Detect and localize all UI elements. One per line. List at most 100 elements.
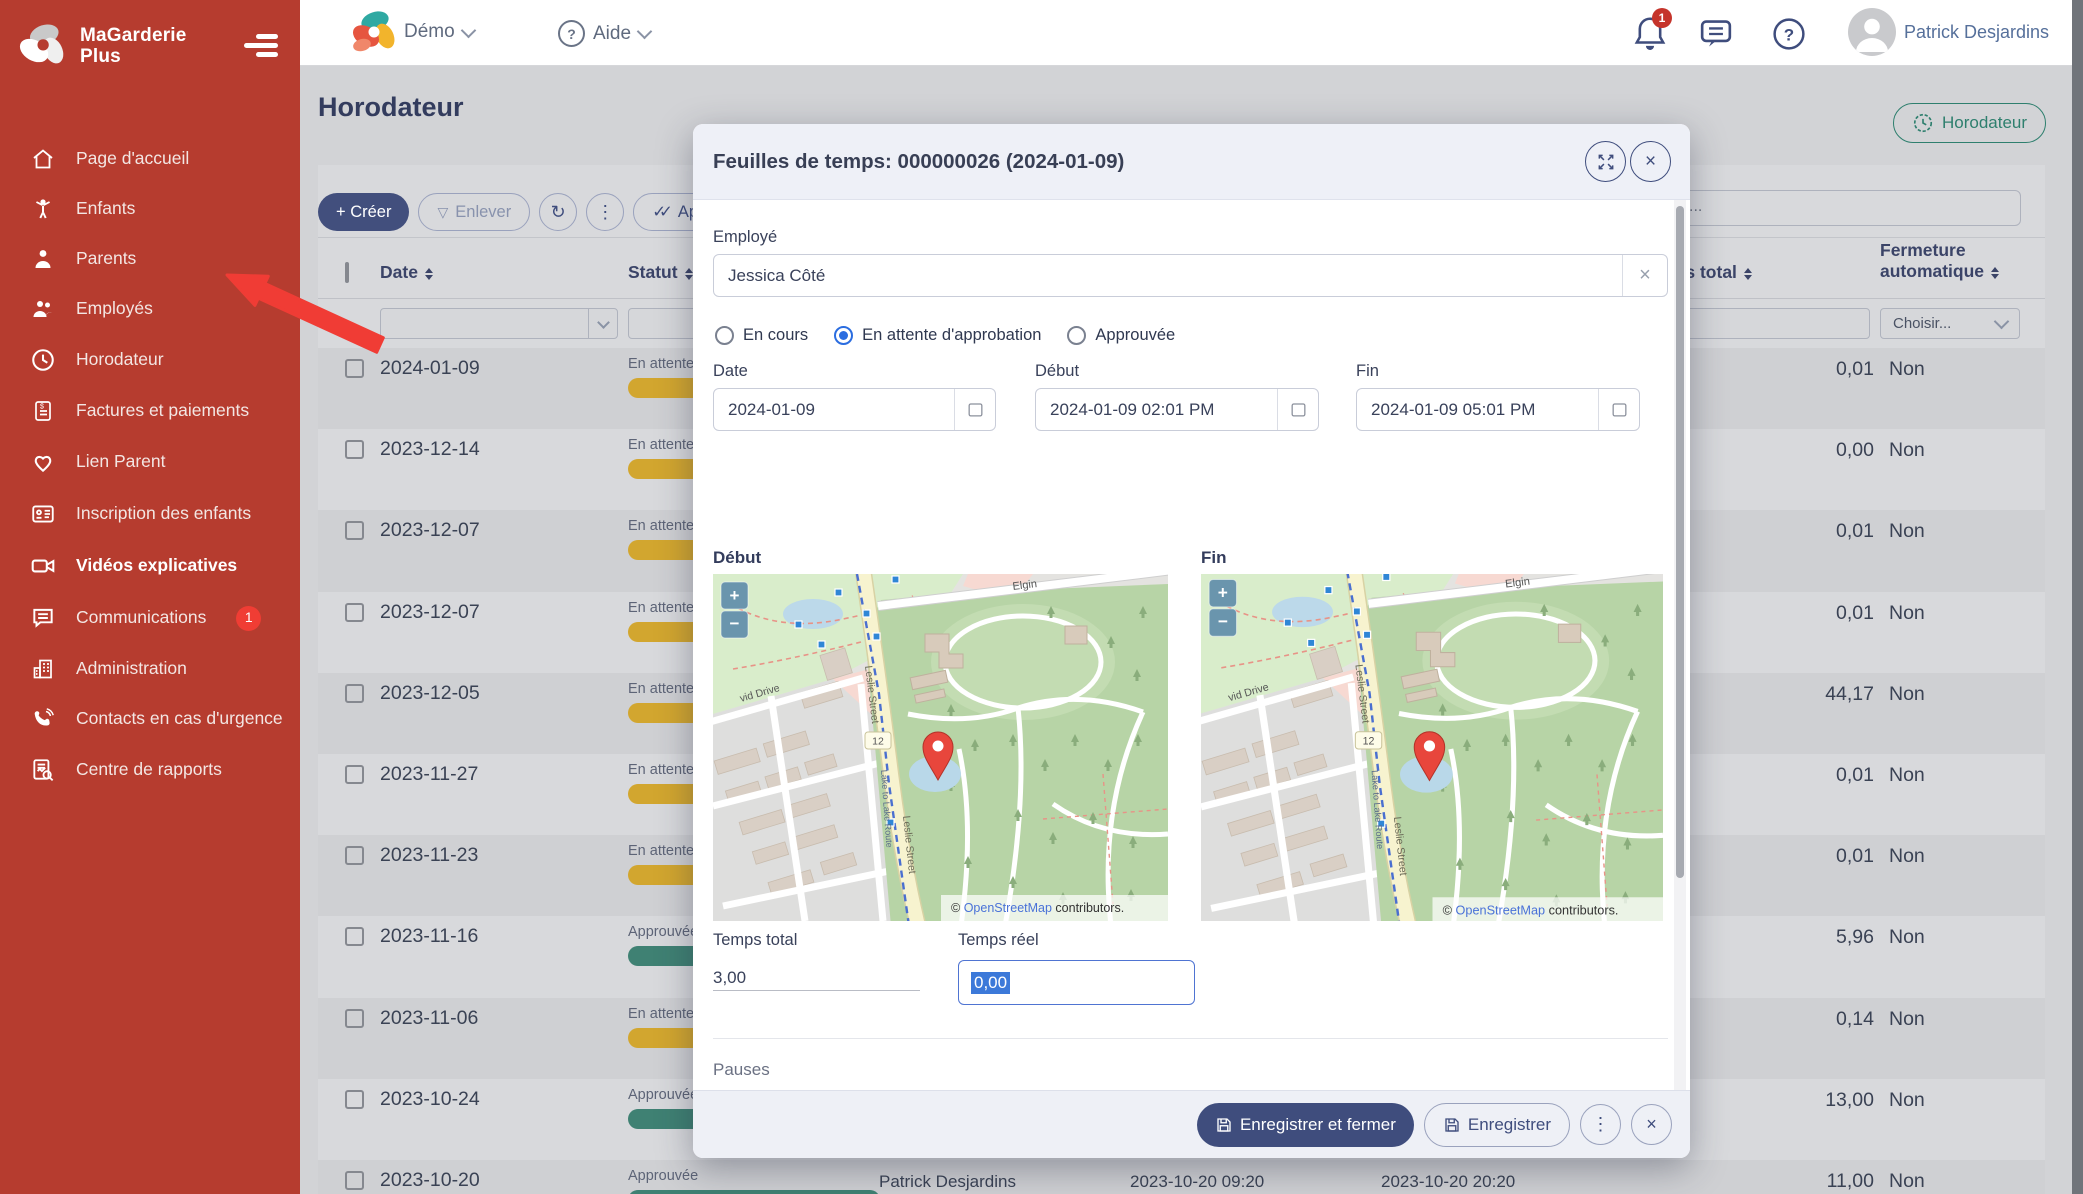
column-header-fermeture[interactable]: Fermeture automatique [1880,240,1999,282]
more-actions-button[interactable]: ⋮ [586,193,624,231]
clock-icon [30,347,56,373]
temps-total-value: 3,00 [713,968,746,988]
building-icon [30,657,56,681]
row-checkbox[interactable] [345,440,364,459]
cell-fermeture: Non [1889,520,1925,543]
employe-label: Employé [713,228,777,247]
datepicker-button[interactable] [1598,389,1639,430]
notification-badge: 1 [1652,8,1672,28]
map-fin[interactable] [1201,574,1663,921]
cell-total: 5,96 [1724,926,1874,949]
chevron-down-icon [1994,314,2010,330]
user-menu[interactable]: Patrick Desjardins [1848,8,2049,56]
close-button[interactable]: × [1630,141,1671,182]
datepicker-button[interactable] [954,389,995,430]
refresh-button[interactable]: ↻ [539,193,577,231]
org-switcher[interactable]: Démo [350,9,474,55]
dropdown-toggle[interactable] [588,309,617,338]
save-button[interactable]: Enregistrer [1424,1103,1570,1147]
column-header-statut[interactable]: Statut [628,262,693,283]
row-checkbox[interactable] [345,1090,364,1109]
sidebar-item-administration[interactable]: Administration [0,644,300,694]
sidebar-item-inscription[interactable]: Inscription des enfants [0,488,300,540]
temps-total-label: Temps total [713,931,797,950]
radio-approuvee[interactable]: Approuvée [1067,326,1175,345]
row-checkbox[interactable] [345,927,364,946]
table-row[interactable]: 2023-10-20 Approuvée Patrick Desjardins … [318,1160,2045,1194]
cell-fermeture: Non [1889,439,1925,462]
employe-input[interactable]: Jessica Côté × [713,254,1668,297]
home-icon [30,147,56,171]
svg-text:$: $ [40,404,44,411]
expand-button[interactable] [1585,141,1626,182]
fin-input[interactable]: 2024-01-09 05:01 PM [1356,388,1640,431]
clear-button[interactable]: × [1622,255,1667,296]
scrollbar-thumb[interactable] [1676,206,1684,878]
notifications-button[interactable]: 1 [1632,14,1668,52]
row-checkbox[interactable] [345,359,364,378]
horodateur-button[interactable]: Horodateur [1893,103,2046,143]
id-card-icon [30,501,56,527]
parent-icon [30,247,56,271]
calendar-icon [966,400,985,419]
expand-icon [1596,152,1616,172]
temps-reel-value: 0,00 [971,972,1010,994]
date-input[interactable]: 2024-01-09 [713,388,996,431]
column-header-date[interactable]: Date [380,262,433,283]
modal-header: Feuilles de temps: 000000026 (2024-01-09… [693,124,1690,200]
row-checkbox[interactable] [345,684,364,703]
row-checkbox[interactable] [345,846,364,865]
clear-icon: × [1639,264,1651,287]
sidebar-item-accueil[interactable]: Page d'accueil [0,134,300,184]
more-actions-button[interactable]: ⋮ [1580,1104,1621,1145]
temps-reel-label: Temps réel [958,931,1039,950]
menu-toggle-button[interactable] [244,30,278,61]
sidebar-item-videos[interactable]: Vidéos explicatives [0,540,300,592]
sidebar-item-rapports[interactable]: Centre de rapports [0,744,300,796]
cell-fermeture: Non [1889,764,1925,787]
help-menu[interactable]: ? Aide [558,20,650,47]
pauses-label: Pauses [713,1060,770,1080]
sidebar-item-factures[interactable]: $ Factures et paiements [0,386,300,436]
kebab-icon: ⋮ [1592,1114,1610,1135]
sidebar-item-communications[interactable]: Communications 1 [0,592,300,644]
remove-button[interactable]: ▽Enlever [418,193,530,231]
fin-label: Fin [1356,362,1379,381]
annotation-arrow [215,240,385,360]
cell-fermeture: Non [1889,1008,1925,1031]
messages-button[interactable] [1698,16,1734,52]
sidebar-item-lien-parent[interactable]: Lien Parent [0,436,300,488]
clock-icon [1912,112,1934,134]
filter-date-input[interactable] [380,308,618,339]
filter-fermeture-select[interactable]: Choisir... [1880,308,2020,339]
debut-input[interactable]: 2024-01-09 02:01 PM [1035,388,1319,431]
modal-scrollbar[interactable] [1674,200,1686,1090]
kebab-icon: ⋮ [596,202,614,223]
row-checkbox[interactable] [345,1171,364,1190]
org-logo-icon [350,9,396,55]
row-checkbox[interactable] [345,603,364,622]
sidebar-nav: Page d'accueil Enfants Parents Employés … [0,134,300,796]
close-modal-button[interactable]: × [1631,1104,1672,1145]
radio-en-attente[interactable]: En attente d'approbation [834,326,1041,345]
save-close-button[interactable]: Enregistrer et fermer [1197,1103,1414,1147]
cell-fermeture: Non [1889,1170,1925,1193]
calendar-icon [1610,400,1629,419]
row-checkbox[interactable] [345,521,364,540]
support-button[interactable]: ? [1772,17,1806,51]
map-debut[interactable] [713,574,1168,921]
avatar [1848,8,1896,56]
sidebar-item-urgence[interactable]: Contacts en cas d'urgence [0,694,300,744]
temps-reel-input[interactable]: 0,00 [958,960,1195,1005]
datepicker-button[interactable] [1277,389,1318,430]
sidebar-item-enfants[interactable]: Enfants [0,184,300,234]
people-icon [30,297,56,321]
video-icon [30,553,56,579]
radio-en-cours[interactable]: En cours [715,326,808,345]
create-button[interactable]: + Créer [318,193,409,231]
cell-statut: Approuvée [628,1168,698,1184]
cell-fermeture: Non [1889,926,1925,949]
row-checkbox[interactable] [345,1009,364,1028]
page-scrollbar[interactable] [2072,0,2083,1194]
row-checkbox[interactable] [345,765,364,784]
